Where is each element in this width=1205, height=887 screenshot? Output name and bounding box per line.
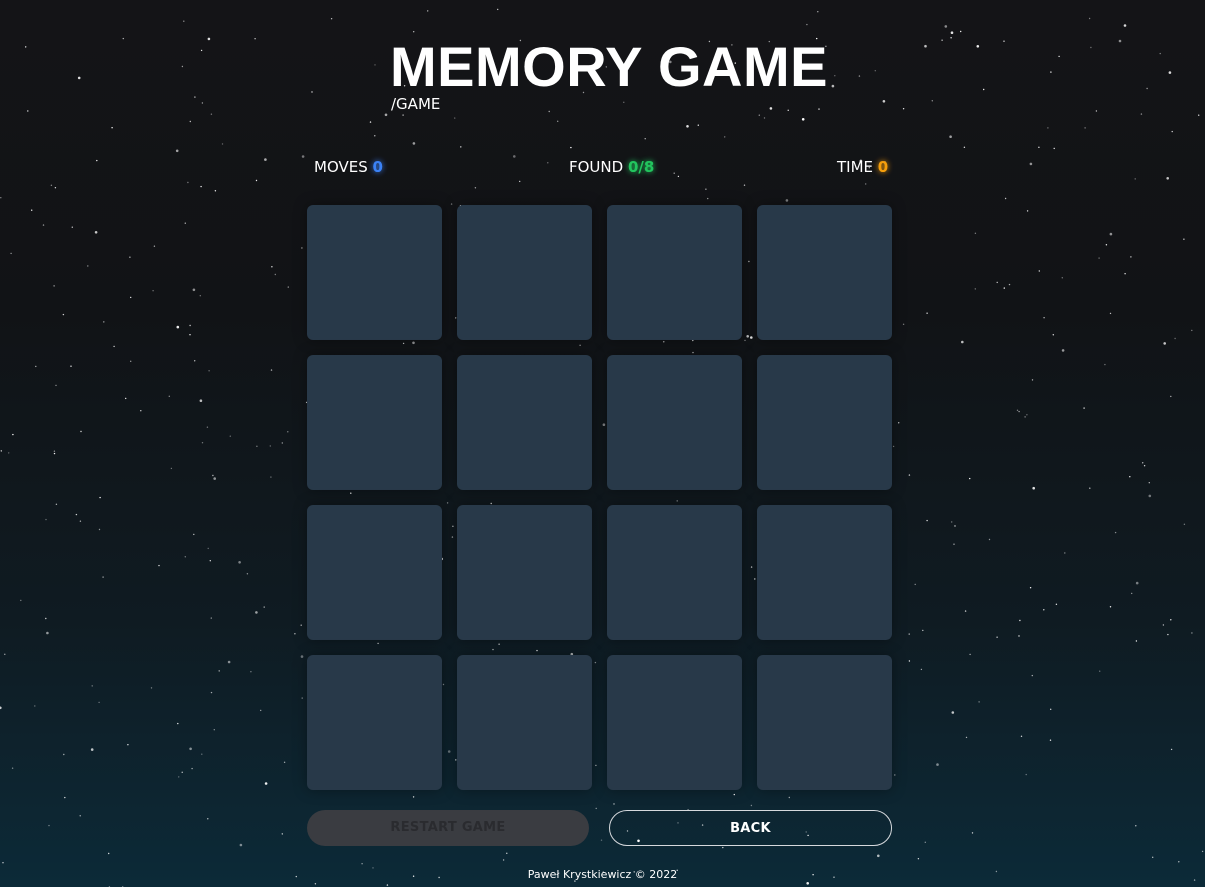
moves-counter: MOVES 0 bbox=[314, 158, 383, 176]
moves-value: 0 bbox=[372, 158, 383, 176]
page-subtitle: /GAME bbox=[391, 95, 441, 113]
time-counter: TIME 0 bbox=[837, 158, 888, 176]
memory-card[interactable] bbox=[307, 205, 442, 340]
memory-card[interactable] bbox=[457, 505, 592, 640]
memory-card[interactable] bbox=[457, 355, 592, 490]
memory-card[interactable] bbox=[307, 655, 442, 790]
page-title: MEMORY GAME bbox=[390, 35, 828, 98]
memory-card[interactable] bbox=[307, 505, 442, 640]
time-label: TIME bbox=[837, 158, 874, 176]
card-grid bbox=[307, 205, 892, 790]
found-counter: FOUND 0/8 bbox=[569, 158, 654, 176]
time-value: 0 bbox=[877, 158, 889, 176]
restart-game-button[interactable]: RESTART GAME bbox=[307, 810, 589, 846]
moves-label: MOVES bbox=[314, 158, 368, 176]
memory-card[interactable] bbox=[757, 655, 892, 790]
memory-card[interactable] bbox=[457, 655, 592, 790]
memory-card[interactable] bbox=[757, 505, 892, 640]
memory-card[interactable] bbox=[457, 205, 592, 340]
back-button[interactable]: BACK bbox=[609, 810, 892, 846]
memory-card[interactable] bbox=[607, 655, 742, 790]
memory-card[interactable] bbox=[757, 205, 892, 340]
found-value: 0/8 bbox=[627, 158, 655, 176]
memory-card[interactable] bbox=[607, 205, 742, 340]
found-label: FOUND bbox=[569, 158, 624, 176]
memory-card[interactable] bbox=[607, 355, 742, 490]
memory-card[interactable] bbox=[307, 355, 442, 490]
memory-card[interactable] bbox=[757, 355, 892, 490]
memory-card[interactable] bbox=[607, 505, 742, 640]
footer-credit: Paweł Krystkiewicz © 2022 bbox=[527, 868, 678, 881]
